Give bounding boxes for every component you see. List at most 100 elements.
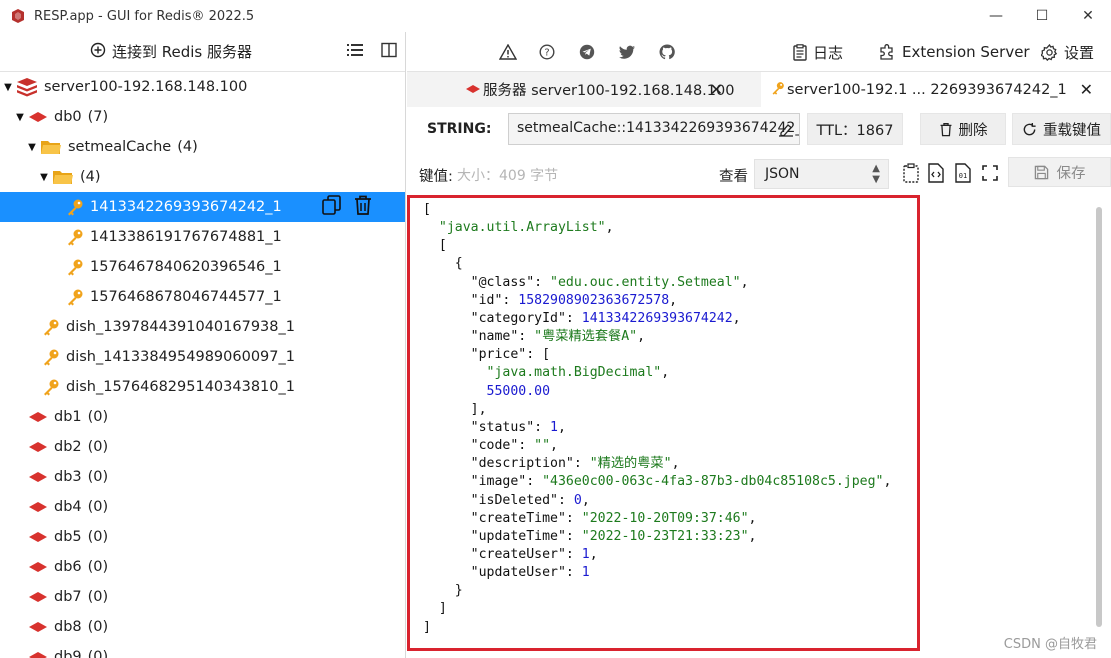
expanded-arrow-icon[interactable]: ▼ <box>26 142 38 153</box>
value-label: 键值: <box>419 169 453 185</box>
close-window-button[interactable]: ✕ <box>1065 0 1111 32</box>
github-icon[interactable] <box>657 42 677 62</box>
tree-db-item[interactable]: db6 (0) <box>0 552 405 582</box>
tab-label: server100-192.1 ... 2269393674242_1 <box>787 81 1067 98</box>
svg-text:01: 01 <box>959 172 967 180</box>
extension-server-button[interactable]: Extension Server <box>878 32 1030 72</box>
binary-file-icon[interactable]: 01 <box>953 163 973 183</box>
db-label: db0 <box>54 109 82 125</box>
ttl-button[interactable]: TTL：1867 <box>807 113 903 145</box>
connect-label: 连接到 Redis 服务器 <box>112 43 253 61</box>
code-token: 0 <box>573 492 582 508</box>
scrollbar-thumb[interactable] <box>1096 207 1102 627</box>
rename-key-icon[interactable] <box>777 120 795 142</box>
tree-db-item[interactable]: db5 (0) <box>0 522 405 552</box>
connect-to-redis-button[interactable]: 连接到 Redis 服务器 <box>90 41 252 62</box>
code-token: "categoryId": <box>423 310 582 326</box>
code-token: , <box>661 365 670 381</box>
expanded-arrow-icon[interactable]: ▼ <box>2 82 14 93</box>
code-token: 1582908902363672578 <box>518 292 670 308</box>
code-token: "精选的粤菜" <box>589 456 672 472</box>
tree-key-item-selected[interactable]: 1413342269393674242_1 <box>0 192 405 222</box>
help-icon[interactable]: ? <box>537 42 557 62</box>
tree-db-item[interactable]: db3 (0) <box>0 462 405 492</box>
tree-key-item[interactable]: 1576468678046744577_1 <box>0 282 405 312</box>
twitter-icon[interactable] <box>617 42 637 62</box>
tree-db-item[interactable]: db9 (0) <box>0 642 405 658</box>
code-token: "edu.ouc.entity.Setmeal" <box>550 274 741 290</box>
delete-key-button[interactable]: 删除 <box>920 113 1006 145</box>
tree-server-item[interactable]: ▼ server100-192.168.148.100 <box>0 72 405 102</box>
db-label: db6 <box>54 559 82 575</box>
db-count: (0) <box>87 559 109 575</box>
warning-icon[interactable] <box>498 42 518 62</box>
delete-key-icon[interactable] <box>353 194 373 220</box>
key-label: dish_1413384954989060097_1 <box>66 349 295 365</box>
tree-key-item[interactable]: dish_1397844391040167938_1 <box>0 312 405 342</box>
code-token: "" <box>534 438 551 454</box>
subfolder-count: (4) <box>80 169 101 185</box>
close-icon[interactable]: ✕ <box>1080 80 1093 99</box>
tree-key-item[interactable]: 1413386191767674881_1 <box>0 222 405 252</box>
scrollbar[interactable] <box>1095 203 1103 643</box>
db-count: (0) <box>87 529 109 545</box>
json-code-view[interactable]: [ "java.util.ArrayList", [ { "@class": "… <box>423 201 891 637</box>
close-icon[interactable]: ✕ <box>710 80 723 99</box>
code-token: , <box>732 310 741 326</box>
save-button[interactable]: 保存 <box>1008 157 1111 187</box>
code-line: "description": "精选的粤菜", <box>423 455 891 473</box>
fullscreen-icon[interactable] <box>980 163 1000 183</box>
folder-open-icon <box>40 139 62 155</box>
code-line: 55000.00 <box>423 383 891 401</box>
tree-db-item[interactable]: db2 (0) <box>0 432 405 462</box>
tree-key-item[interactable]: dish_1576468295140343810_1 <box>0 372 405 402</box>
expanded-arrow-icon[interactable]: ▼ <box>14 112 26 123</box>
key-name-field[interactable]: setmealCache::1413342269393674242_1 <box>508 113 800 145</box>
save-icon <box>1034 165 1048 179</box>
tree-db-item[interactable]: db1 (0) <box>0 402 405 432</box>
app-logo-icon <box>10 8 26 24</box>
code-line: ], <box>423 401 891 419</box>
view-label: 查看 <box>719 169 748 185</box>
code-line: "isDeleted": 0, <box>423 492 891 510</box>
code-line: "price": [ <box>423 346 891 364</box>
minimize-button[interactable]: — <box>973 0 1019 32</box>
ttl-label: TTL：1867 <box>816 122 894 139</box>
tree-db-item[interactable]: db4 (0) <box>0 492 405 522</box>
json-file-icon[interactable] <box>926 163 946 183</box>
code-token: ], <box>423 401 487 417</box>
tab-server[interactable]: 服务器 server100-192.168.148.100 ✕ <box>407 72 761 107</box>
maximize-button[interactable]: ☐ <box>1019 0 1065 32</box>
tab-label: 服务器 server100-192.168.148.100 <box>483 83 735 99</box>
tree-db-item[interactable]: db8 (0) <box>0 612 405 642</box>
folder-count: (4) <box>177 139 198 155</box>
tree-key-item[interactable]: 1576467840620396546_1 <box>0 252 405 282</box>
telegram-icon[interactable] <box>577 42 597 62</box>
reload-key-button[interactable]: 重载键值 <box>1012 113 1111 145</box>
list-view-icon[interactable] <box>347 43 363 61</box>
settings-button[interactable]: 设置 <box>1041 32 1094 72</box>
db-count: (0) <box>87 649 109 658</box>
code-token: "status": <box>423 419 551 435</box>
tree-key-item[interactable]: dish_1413384954989060097_1 <box>0 342 405 372</box>
tree-db-item[interactable]: ▼ db0 (7) <box>0 102 405 132</box>
code-token: "code": <box>423 438 535 454</box>
tab-key[interactable]: server100-192.1 ... 2269393674242_1 ✕ <box>761 72 1111 107</box>
view-mode-select[interactable]: JSON ▲ ▼ <box>754 159 889 189</box>
code-line: "name": "粤菜精选套餐A", <box>423 328 891 346</box>
tree-folder-item[interactable]: ▼ setmealCache (4) <box>0 132 405 162</box>
copy-value-icon[interactable] <box>901 163 921 183</box>
expanded-arrow-icon[interactable]: ▼ <box>38 172 50 183</box>
delete-label: 删除 <box>958 122 988 139</box>
tree-subfolder-item[interactable]: ▼ (4) <box>0 162 405 192</box>
tree-db-item[interactable]: db7 (0) <box>0 582 405 612</box>
db-label: db2 <box>54 439 82 455</box>
log-button[interactable]: 日志 <box>793 32 843 72</box>
db-label: db1 <box>54 409 82 425</box>
split-panel-icon[interactable] <box>381 42 397 62</box>
value-editor[interactable]: [ "java.util.ArrayList", [ { "@class": "… <box>407 195 1111 658</box>
copy-key-icon[interactable] <box>321 194 343 220</box>
key-label: dish_1576468295140343810_1 <box>66 379 295 395</box>
database-icon <box>28 411 48 423</box>
trash-icon <box>940 122 951 136</box>
